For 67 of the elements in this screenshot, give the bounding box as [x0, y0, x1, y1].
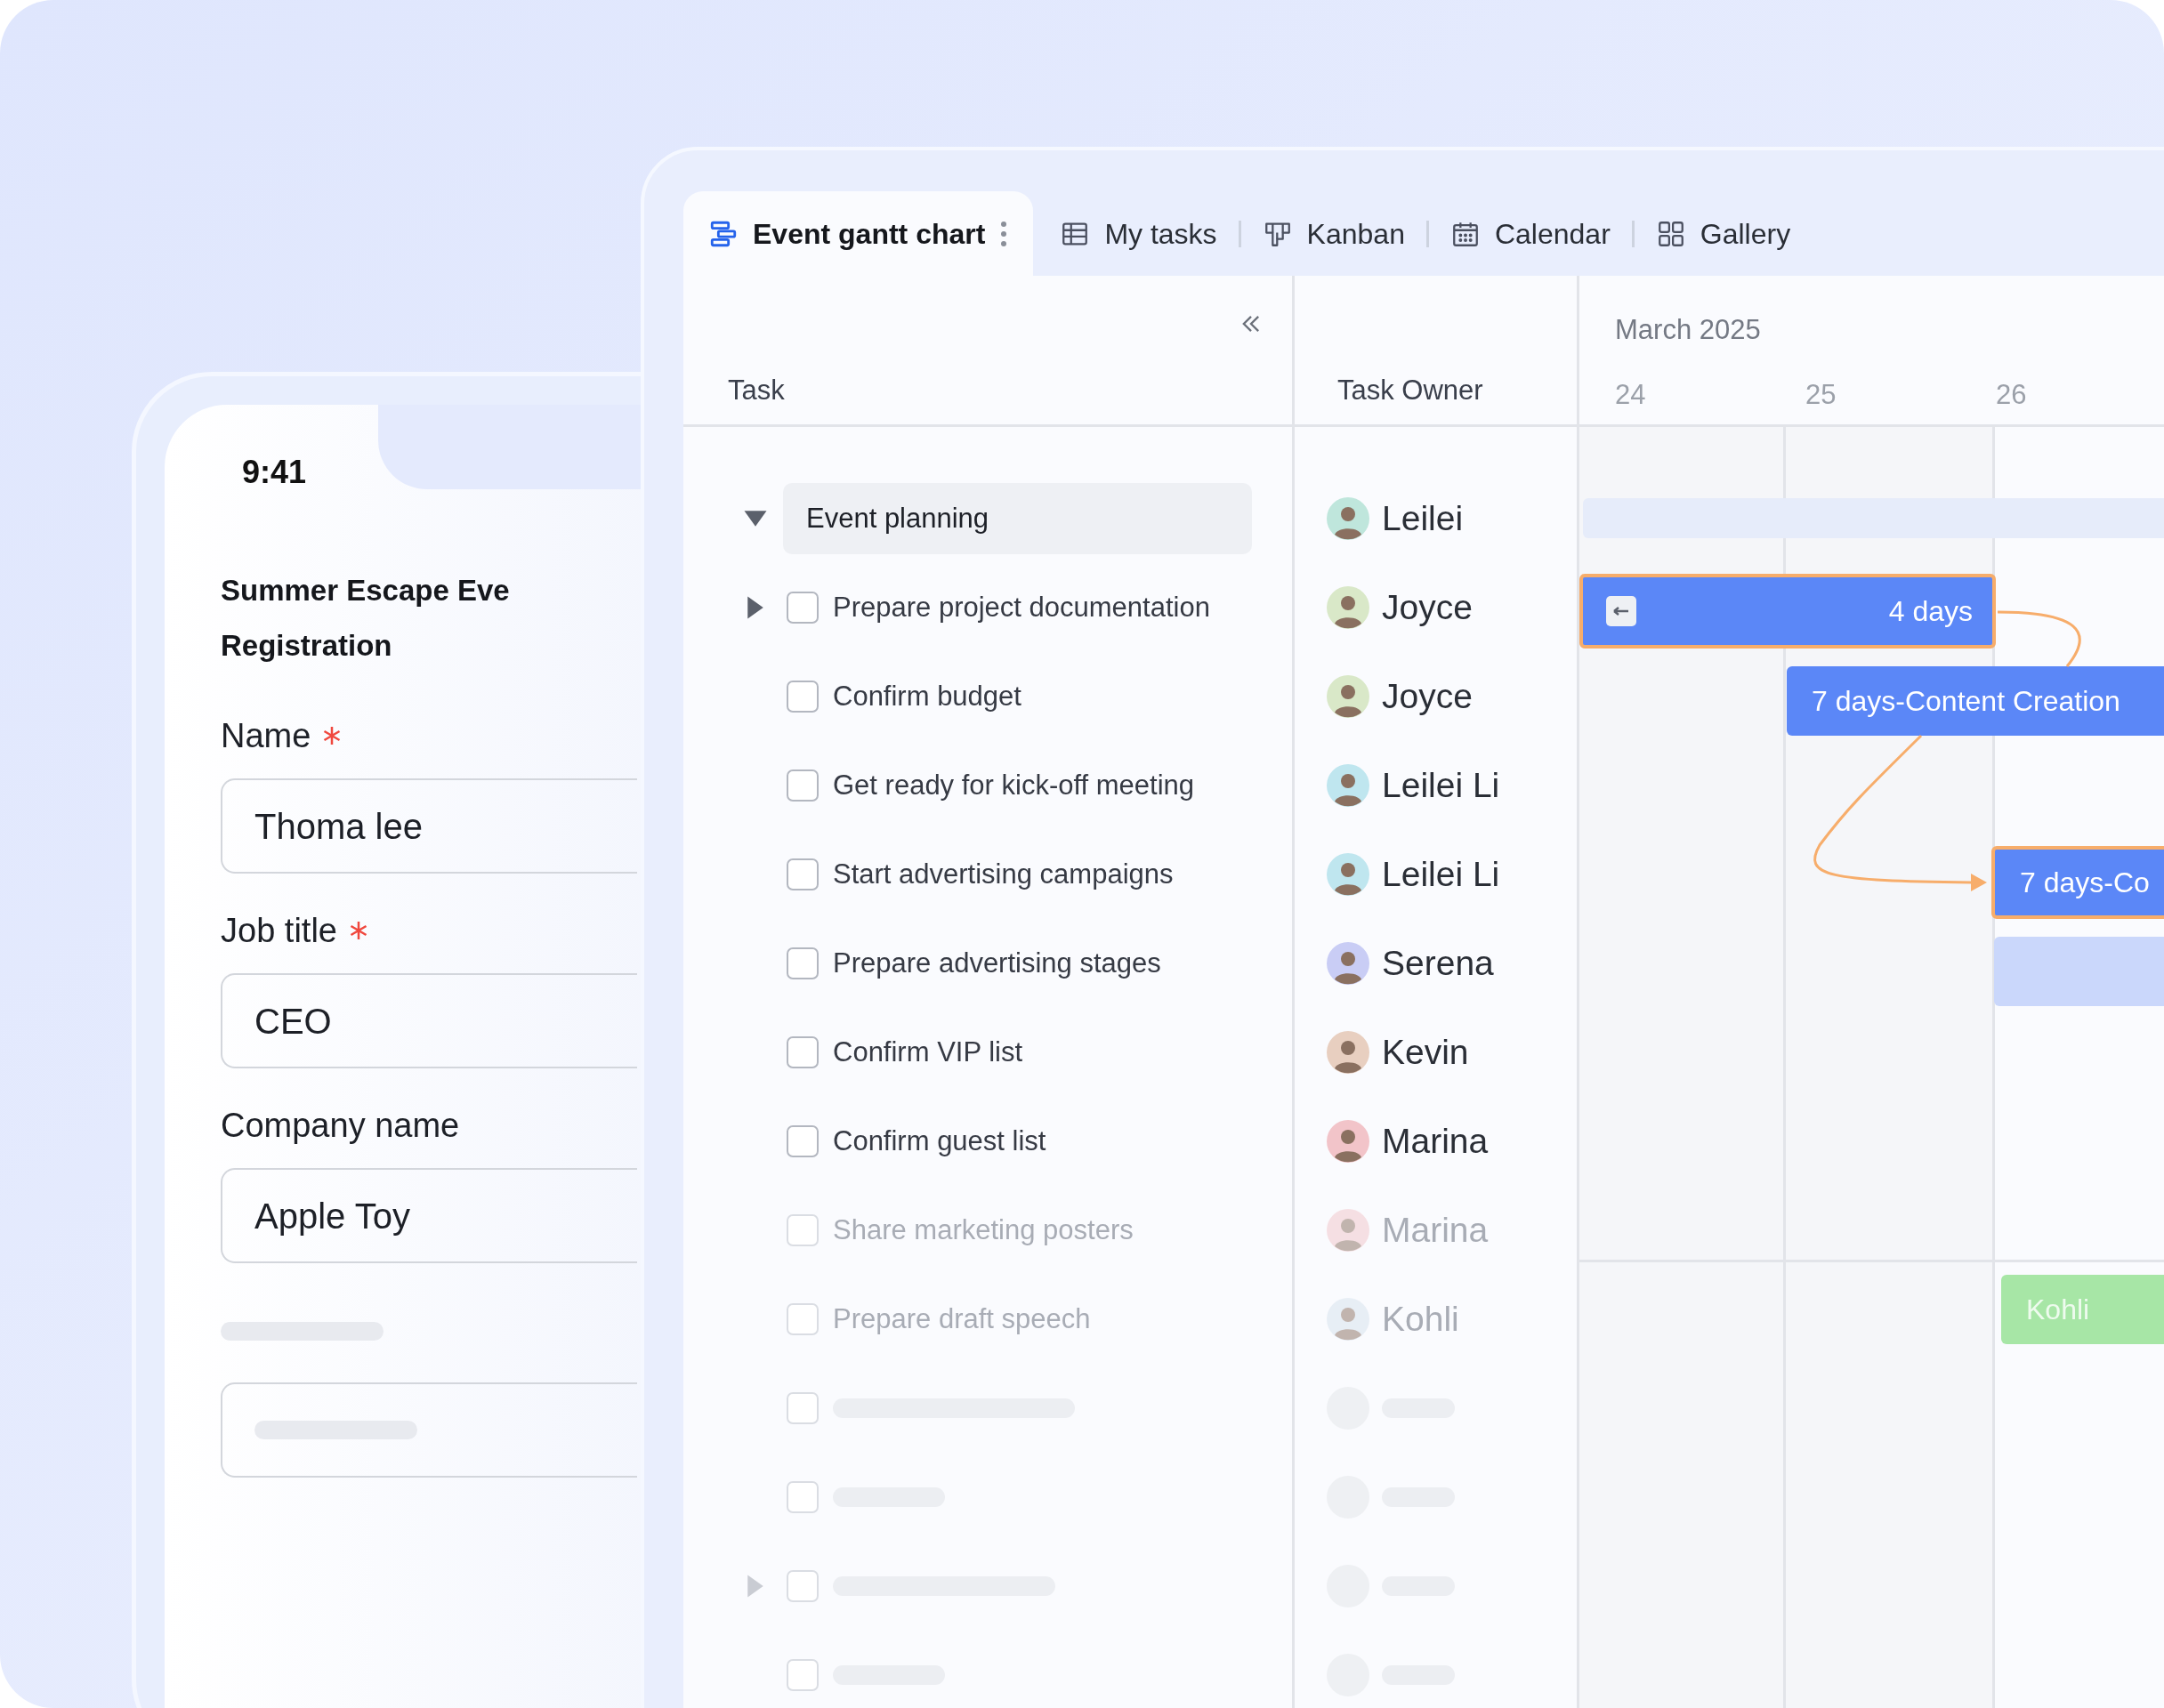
input-value: CEO: [254, 1000, 332, 1043]
day-label: 26: [1996, 377, 2028, 412]
task-name: Start advertising campaigns: [833, 857, 1174, 891]
field-label: Job title: [221, 910, 337, 951]
task-name: Confirm guest list: [833, 1124, 1046, 1158]
checkbox[interactable]: [787, 858, 819, 890]
owner-name: Joyce: [1382, 675, 1473, 717]
view-tab[interactable]: Event gantt chart: [683, 191, 1034, 276]
input-field[interactable]: [221, 1382, 637, 1478]
owner-name: Marina: [1382, 1120, 1489, 1162]
input-value: Thoma lee: [254, 805, 423, 848]
checkbox[interactable]: [787, 1392, 819, 1424]
checkbox[interactable]: [787, 1570, 819, 1602]
day-label: 25: [1805, 377, 1837, 412]
input-field[interactable]: Apple Toy: [221, 1168, 637, 1263]
owner-name: Kohli: [1382, 1298, 1459, 1340]
checkbox[interactable]: [787, 947, 819, 979]
avatar-icon: [1327, 1298, 1369, 1341]
avatar-icon: [1327, 1120, 1369, 1163]
day-label: 24: [1615, 377, 1647, 412]
checkbox[interactable]: [787, 1125, 819, 1157]
avatar-icon: [1327, 853, 1369, 896]
owner-name: Leilei Li: [1382, 853, 1500, 895]
checkbox[interactable]: [787, 681, 819, 713]
field-label: Name: [221, 715, 311, 756]
checkbox[interactable]: [787, 1659, 819, 1691]
avatar-icon: [1327, 1209, 1369, 1252]
form-title: Registration: [221, 628, 392, 664]
group-label[interactable]: Event planning: [783, 483, 1252, 554]
owner-name: Kevin: [1382, 1031, 1469, 1073]
task-name: Prepare project documentation: [833, 590, 1210, 624]
owner-name: Leilei Li: [1382, 764, 1500, 806]
avatar-icon: [1327, 942, 1369, 985]
view-tab[interactable]: My tasks: [1056, 191, 1221, 276]
task-name: Confirm VIP list: [833, 1035, 1023, 1069]
checkbox[interactable]: [787, 1214, 819, 1246]
owner-name: Serena: [1382, 942, 1494, 984]
checkbox[interactable]: [787, 1036, 819, 1068]
column-header: Task Owner: [1337, 374, 1483, 407]
avatar-icon: [1327, 586, 1369, 629]
checkbox[interactable]: [787, 1481, 819, 1513]
view-tab[interactable]: Calendar: [1446, 191, 1614, 276]
checkbox[interactable]: [787, 1303, 819, 1335]
avatar-icon: [1327, 497, 1369, 540]
status-time: 9:41: [242, 456, 308, 488]
input-value: Apple Toy: [254, 1195, 410, 1237]
owner-name: Joyce: [1382, 586, 1473, 628]
task-name: Share marketing posters: [833, 1213, 1134, 1247]
month-label: March 2025: [1615, 313, 1762, 347]
input-field[interactable]: CEO: [221, 973, 637, 1068]
form-title: Summer Escape Eve: [221, 573, 510, 608]
owner-name: Leilei: [1382, 497, 1464, 539]
owner-name: Marina: [1382, 1209, 1489, 1251]
task-name: Confirm budget: [833, 679, 1021, 713]
task-name: Prepare advertising stages: [833, 946, 1161, 980]
column-header: Task: [728, 374, 785, 407]
field-label: Company name: [221, 1105, 460, 1146]
avatar-icon: [1327, 1031, 1369, 1074]
avatar-icon: [1327, 675, 1369, 718]
view-tab[interactable]: Kanban: [1258, 191, 1409, 276]
checkbox[interactable]: [787, 769, 819, 802]
avatar-icon: [1327, 764, 1369, 807]
view-tab[interactable]: Gallery: [1651, 191, 1795, 276]
task-name: Prepare draft speech: [833, 1301, 1091, 1336]
input-field[interactable]: Thoma lee: [221, 778, 637, 874]
task-name: Get ready for kick-off meeting: [833, 768, 1195, 802]
checkbox[interactable]: [787, 592, 819, 624]
